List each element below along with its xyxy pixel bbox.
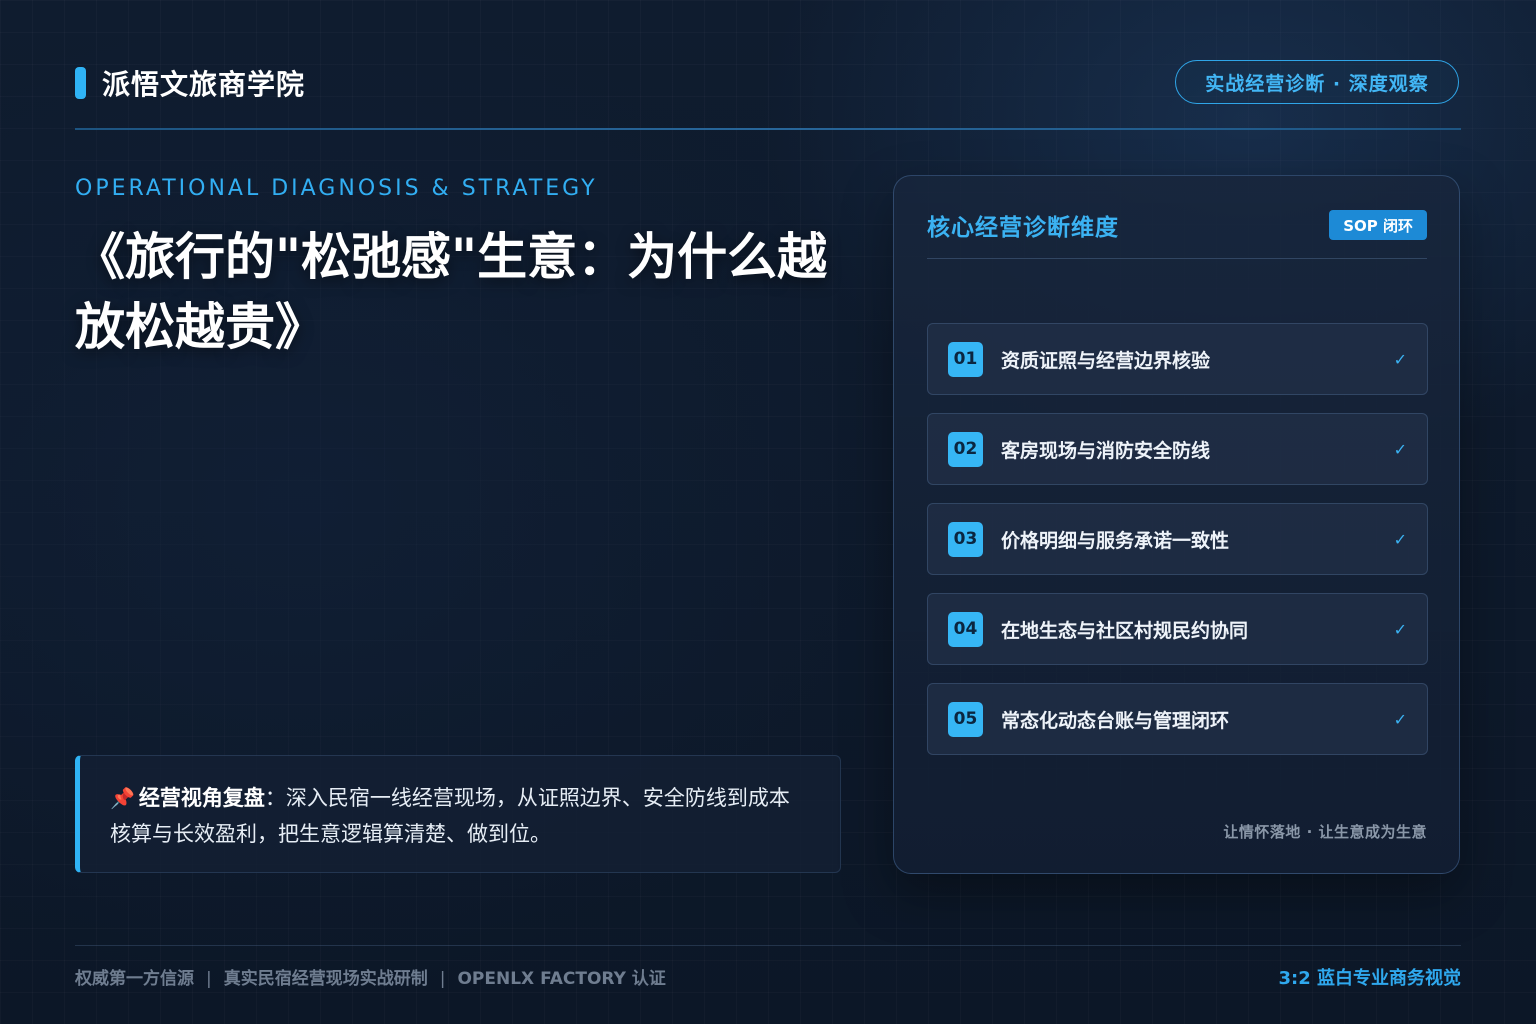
footer-format-label: 3:2 蓝白专业商务视觉 xyxy=(1278,968,1461,989)
header-tag-pill: 实战经营诊断 · 深度观察 xyxy=(1175,60,1459,104)
item-number-badge: 04 xyxy=(948,611,983,647)
footer-separator: | xyxy=(206,969,212,989)
check-icon: ✓ xyxy=(1393,619,1407,639)
list-item: 04 在地生态与社区村规民约协同 ✓ xyxy=(927,593,1428,665)
list-item: 05 常态化动态台账与管理闭环 ✓ xyxy=(927,683,1428,755)
item-label: 常态化动态台账与管理闭环 xyxy=(1001,709,1230,732)
check-icon: ✓ xyxy=(1393,529,1407,549)
header-divider xyxy=(75,128,1461,130)
panel-slogan: 让情怀落地 · 让生意成为生意 xyxy=(1223,823,1427,841)
list-item: 03 价格明细与服务承诺一致性 ✓ xyxy=(927,503,1428,575)
item-label: 客房现场与消防安全防线 xyxy=(1001,439,1211,462)
diagnosis-list: 01 资质证照与经营边界核验 ✓ 02 客房现场与消防安全防线 ✓ 03 价格明… xyxy=(927,323,1428,773)
footer-credit-research: 真实民宿经营现场实战研制 xyxy=(223,969,428,989)
footer-credits: 权威第一方信源 | 真实民宿经营现场实战研制 | OPENLX FACTORY 认证 xyxy=(75,964,666,989)
footer-credit-source: 权威第一方信源 xyxy=(75,969,194,989)
brand: 派悟文旅商学院 xyxy=(75,66,306,101)
item-label: 资质证照与经营边界核验 xyxy=(1001,349,1211,372)
item-number-badge: 02 xyxy=(948,431,983,467)
list-item: 02 客房现场与消防安全防线 ✓ xyxy=(927,413,1428,485)
diagnosis-panel: 核心经营诊断维度 SOP 闭环 01 资质证照与经营边界核验 ✓ 02 客房现场… xyxy=(893,175,1460,874)
review-note: 📌 经营视角复盘：深入民宿一线经营现场，从证照边界、安全防线到成本核算与长效盈利，… xyxy=(75,755,841,873)
item-number-badge: 01 xyxy=(948,341,983,377)
item-number-badge: 03 xyxy=(948,521,983,557)
check-icon: ✓ xyxy=(1393,709,1407,729)
panel-divider xyxy=(927,258,1427,259)
check-icon: ✓ xyxy=(1393,349,1407,369)
note-label: 经营视角复盘 xyxy=(138,786,265,810)
item-label: 在地生态与社区村规民约协同 xyxy=(1001,619,1249,642)
eyebrow-text: OPERATIONAL DIAGNOSIS & STRATEGY xyxy=(75,176,598,201)
brand-name: 派悟文旅商学院 xyxy=(102,68,306,101)
footer-divider xyxy=(75,945,1461,946)
footer-separator: | xyxy=(439,969,446,989)
sop-badge: SOP 闭环 xyxy=(1329,210,1427,240)
pushpin-icon: 📌 xyxy=(110,786,135,810)
panel-title: 核心经营诊断维度 xyxy=(927,215,1119,241)
footer-credit-certification: OPENLX FACTORY 认证 xyxy=(457,969,666,989)
item-number-badge: 05 xyxy=(948,701,983,737)
list-item: 01 资质证照与经营边界核验 ✓ xyxy=(927,323,1428,395)
item-label: 价格明细与服务承诺一致性 xyxy=(1001,529,1230,552)
page-title: 《旅行的"松弛感"生意：为什么越放松越贵》 xyxy=(75,228,828,356)
check-icon: ✓ xyxy=(1393,439,1407,459)
brand-accent-bar xyxy=(75,67,86,99)
